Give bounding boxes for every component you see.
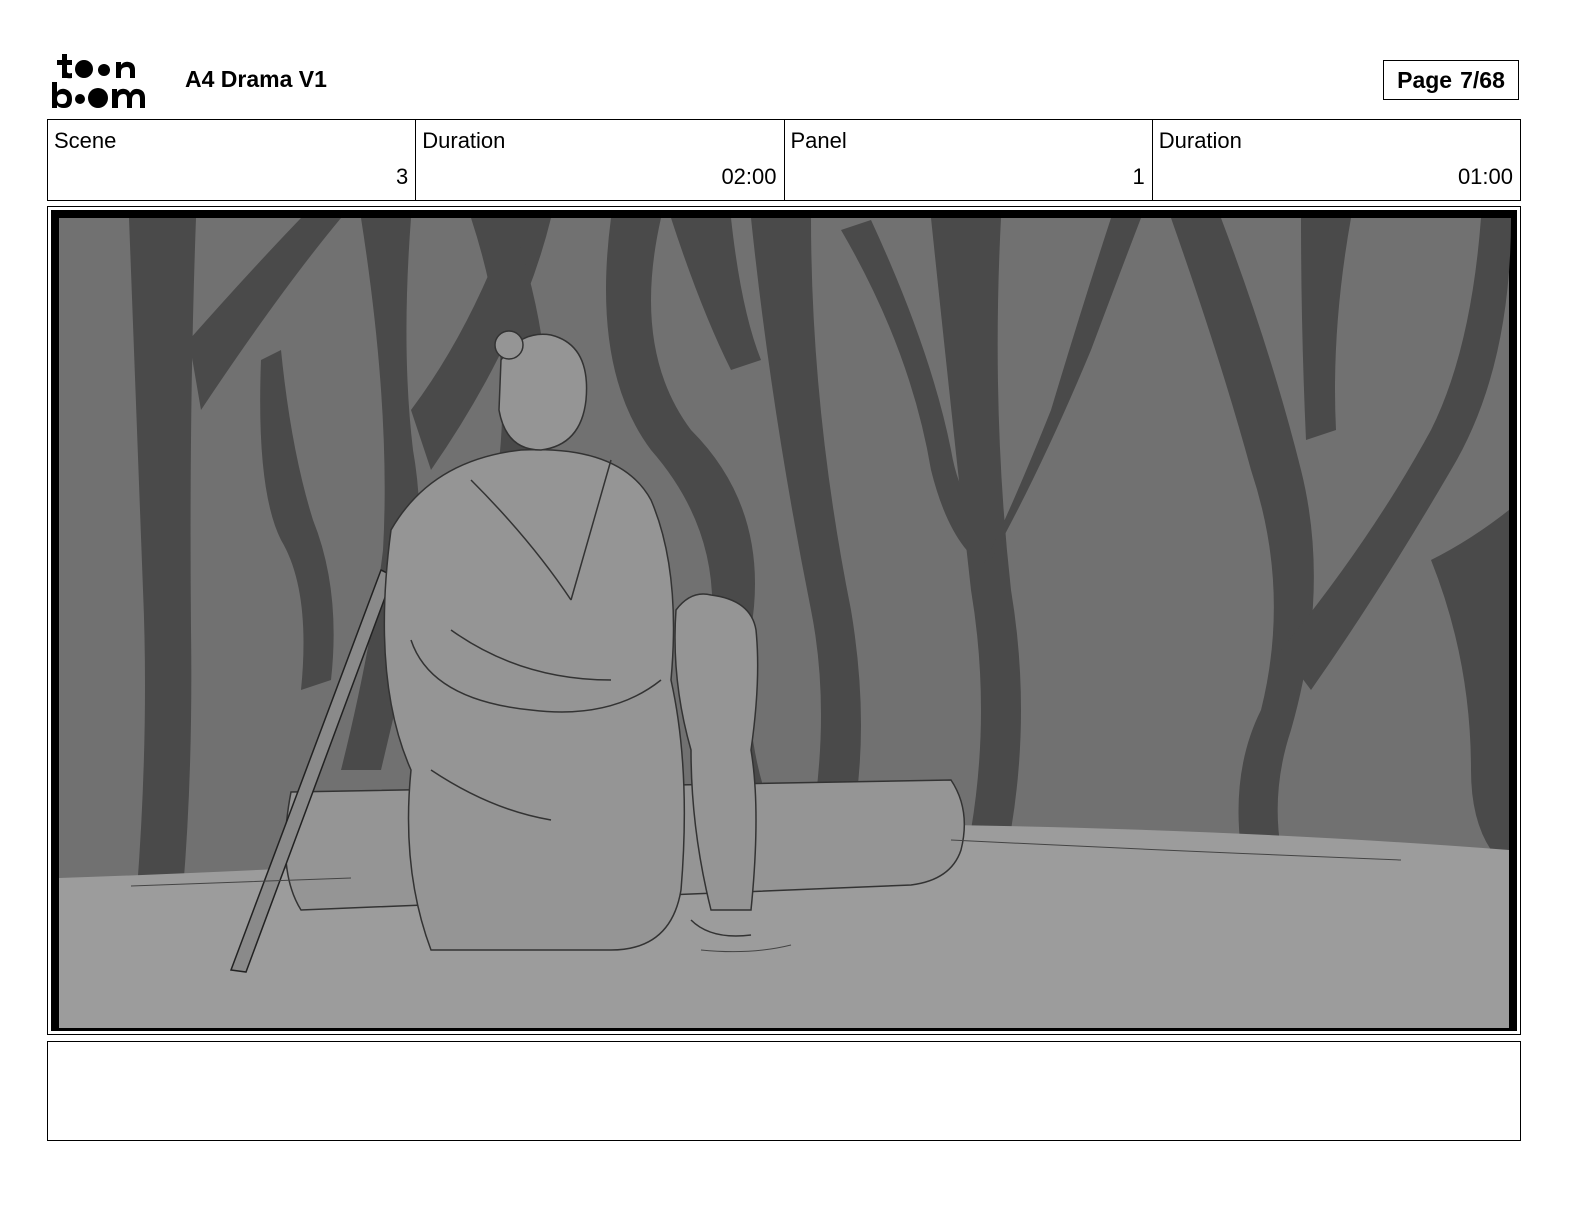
panel-duration-cell: Duration 01:00 [1153, 120, 1520, 200]
page-label: Page [1397, 66, 1453, 93]
scene-cell: Scene 3 [48, 120, 417, 200]
panel-frame [47, 206, 1521, 1035]
panel-cell: Panel 1 [785, 120, 1153, 200]
project-title: A4 Drama V1 [185, 66, 327, 92]
scene-duration-value: 02:00 [721, 164, 777, 189]
panel-notes-box [47, 1041, 1521, 1141]
page-number: 7/68 [1460, 66, 1505, 93]
scene-duration-cell: Duration 02:00 [416, 120, 785, 200]
panel-duration-value: 01:00 [1457, 164, 1513, 189]
scene-value: 3 [396, 164, 409, 189]
panel-label: Panel [790, 128, 847, 153]
panel-duration-label: Duration [1158, 128, 1242, 153]
page-indicator: Page 7/68 [1383, 60, 1519, 100]
toonboom-logo [52, 52, 164, 112]
scene-label: Scene [54, 128, 117, 153]
panel-value: 1 [1132, 164, 1145, 189]
storyboard-panel-image [51, 210, 1517, 1031]
toonboom-logo-mark [52, 54, 145, 108]
scene-info-row: Scene 3 Duration 02:00 Panel 1 Duration … [47, 119, 1521, 201]
scene-duration-label: Duration [422, 128, 506, 153]
